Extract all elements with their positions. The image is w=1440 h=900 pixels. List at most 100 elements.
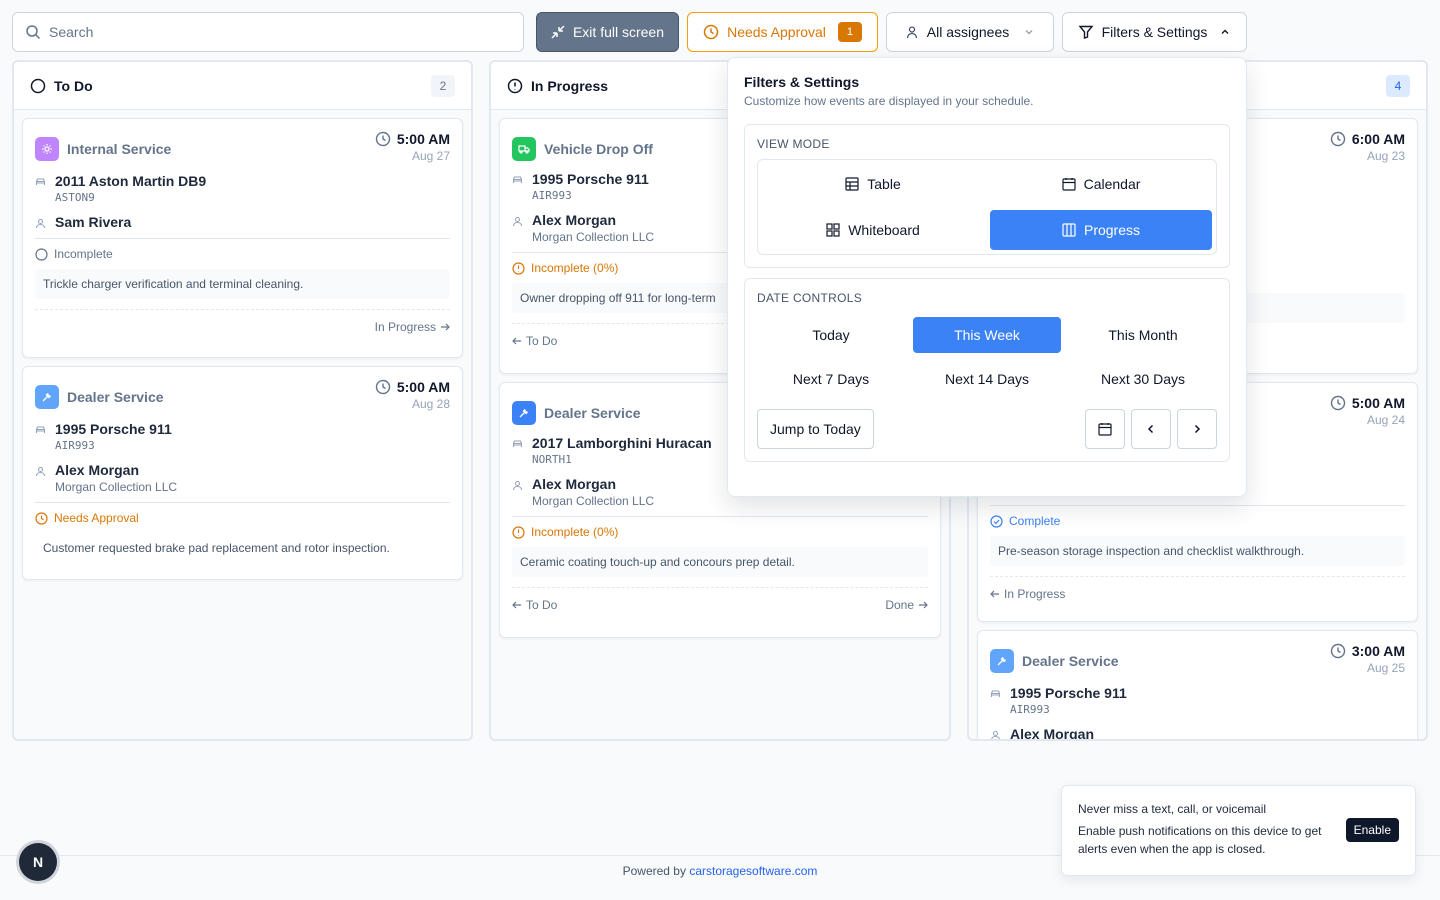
- calendar-icon: [1098, 422, 1112, 436]
- view-whiteboard-button[interactable]: Whiteboard: [762, 210, 984, 250]
- circle-icon: [35, 247, 48, 261]
- car-icon: [990, 689, 1002, 699]
- move-to-in-progress-button[interactable]: In Progress: [375, 320, 450, 334]
- range-this-week-button[interactable]: This Week: [913, 317, 1061, 353]
- search-icon: [25, 24, 41, 40]
- customer-name: Alex Morgan: [55, 462, 140, 478]
- clock-icon: [1330, 131, 1346, 147]
- needs-approval-button[interactable]: Needs Approval 1: [687, 12, 878, 52]
- status-label: Complete: [1009, 514, 1061, 528]
- customer-name: Sam Rivera: [55, 214, 132, 230]
- vehicle-plate: NORTH1: [532, 453, 572, 466]
- next-range-button[interactable]: [1177, 409, 1217, 449]
- move-to-todo-button[interactable]: To Do: [512, 334, 557, 348]
- view-table-button[interactable]: Table: [762, 164, 984, 204]
- clock-icon: [375, 131, 391, 147]
- date-picker-button[interactable]: [1085, 409, 1125, 449]
- grid-icon: [826, 223, 840, 237]
- arrow-left-icon: [990, 589, 1000, 599]
- view-calendar-button[interactable]: Calendar: [990, 164, 1212, 204]
- vehicle-plate: AIR993: [55, 439, 95, 452]
- user-icon: [512, 216, 524, 227]
- range-next-14-days-button[interactable]: Next 14 Days: [913, 361, 1061, 397]
- service-type: Internal Service: [67, 141, 172, 157]
- check-circle-icon: [990, 514, 1003, 528]
- circle-icon: [30, 78, 46, 94]
- popover-title: Filters & Settings: [744, 74, 860, 90]
- range-today-button[interactable]: Today: [757, 317, 905, 353]
- service-type: Dealer Service: [544, 405, 641, 421]
- view-mode-label: VIEW MODE: [757, 137, 830, 151]
- event-card[interactable]: Dealer Service 5:00 AM Aug 28 1995 Porsc…: [22, 366, 463, 580]
- filters-settings-label: Filters & Settings: [1101, 24, 1208, 40]
- alert-circle-icon: [507, 78, 523, 94]
- car-icon: [35, 425, 47, 435]
- filter-icon: [1078, 24, 1094, 40]
- event-time: 6:00 AM: [1351, 131, 1405, 147]
- wrench-icon: [512, 401, 536, 425]
- alert-circle-icon: [512, 525, 525, 539]
- search-input[interactable]: Search: [12, 12, 524, 52]
- service-type: Dealer Service: [67, 389, 164, 405]
- column-header: To Do 2: [14, 62, 471, 110]
- event-note: Ceramic coating touch-up and concours pr…: [512, 547, 928, 577]
- range-next-7-days-button[interactable]: Next 7 Days: [757, 361, 905, 397]
- previous-range-button[interactable]: [1131, 409, 1171, 449]
- avatar[interactable]: N: [19, 843, 57, 881]
- event-date: Aug 27: [411, 149, 450, 163]
- event-time: 3:00 AM: [1351, 643, 1405, 659]
- service-type: Vehicle Drop Off: [544, 141, 653, 157]
- powered-by-link[interactable]: carstoragesoftware.com: [689, 864, 817, 878]
- user-icon: [905, 25, 919, 39]
- jump-to-today-button[interactable]: Jump to Today: [757, 409, 874, 449]
- customer-company: Morgan Collection LLC: [532, 494, 655, 508]
- toast-body: Enable push notifications on this device…: [1078, 824, 1322, 856]
- vehicle-name: 1995 Porsche 911: [532, 171, 649, 187]
- event-note: Pre-season storage inspection and checkl…: [990, 536, 1405, 566]
- event-card[interactable]: Internal Service 5:00 AM Aug 27 2011 Ast…: [22, 118, 463, 358]
- wrench-icon: [35, 385, 59, 409]
- customer-company: Morgan Collection LLC: [55, 480, 178, 494]
- service-type: Dealer Service: [1022, 653, 1119, 669]
- move-to-todo-button[interactable]: To Do: [512, 598, 557, 612]
- column-count-badge: 2: [431, 74, 455, 97]
- chevron-down-icon: [1023, 26, 1035, 38]
- user-icon: [35, 218, 47, 229]
- user-icon: [990, 730, 1002, 739]
- event-note: Trickle charger verification and termina…: [35, 269, 450, 299]
- clock-icon: [703, 24, 719, 40]
- push-notification-prompt: Never miss a text, call, or voicemail En…: [1061, 785, 1416, 876]
- arrow-right-icon: [440, 322, 450, 332]
- filters-settings-popover: Filters & Settings Customize how events …: [727, 57, 1247, 497]
- event-date: Aug 25: [1366, 661, 1405, 675]
- car-icon: [512, 175, 524, 185]
- chevron-right-icon: [1191, 423, 1203, 435]
- exit-full-screen-label: Exit full screen: [572, 24, 665, 40]
- clock-icon: [35, 511, 48, 525]
- filters-settings-button[interactable]: Filters & Settings: [1062, 12, 1247, 52]
- wrench-icon: [990, 649, 1014, 673]
- range-this-month-button[interactable]: This Month: [1069, 317, 1217, 353]
- status-label: Incomplete: [54, 247, 113, 261]
- exit-full-screen-button[interactable]: Exit full screen: [536, 12, 679, 52]
- toolbar: Search Exit full screen Needs Approval 1…: [12, 12, 1247, 52]
- chevron-up-icon: [1219, 26, 1231, 38]
- search-placeholder: Search: [49, 24, 94, 40]
- enable-notifications-button[interactable]: Enable: [1345, 818, 1399, 842]
- assignees-dropdown[interactable]: All assignees: [886, 12, 1054, 52]
- alert-circle-icon: [512, 261, 525, 275]
- calendar-icon: [1061, 177, 1076, 191]
- view-progress-button[interactable]: Progress: [990, 210, 1212, 250]
- event-time: 5:00 AM: [1351, 395, 1405, 411]
- gear-icon: [35, 137, 59, 161]
- column-count-badge: 4: [1386, 74, 1410, 97]
- view-mode-section: VIEW MODE Table Calendar Whiteboard Prog…: [744, 124, 1230, 268]
- user-icon: [512, 480, 524, 491]
- customer-name: Alex Morgan: [532, 212, 617, 228]
- event-date: Aug 23: [1366, 149, 1405, 163]
- event-card[interactable]: Dealer Service 3:00 AM Aug 25 1995 Porsc…: [977, 630, 1418, 739]
- move-to-in-progress-button[interactable]: In Progress: [990, 587, 1065, 601]
- move-to-done-button[interactable]: Done: [885, 598, 928, 612]
- range-next-30-days-button[interactable]: Next 30 Days: [1069, 361, 1217, 397]
- status-label: Incomplete (0%): [531, 261, 619, 275]
